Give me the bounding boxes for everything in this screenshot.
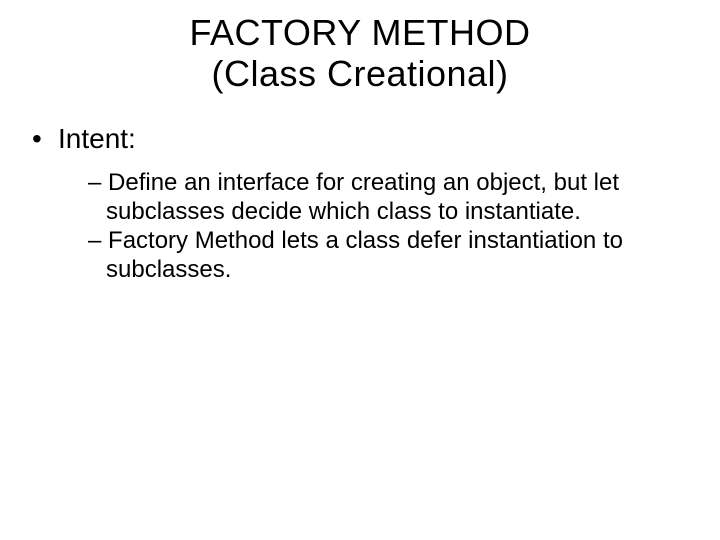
heading-text: Intent:	[58, 123, 136, 154]
dash-icon: –	[88, 227, 101, 254]
title-line-2: (Class Creational)	[211, 53, 508, 94]
slide-content: •Intent: – Define an interface for creat…	[20, 123, 700, 285]
sub-points-list: – Define an interface for creating an ob…	[32, 169, 700, 285]
point-text: Factory Method lets a class defer instan…	[106, 227, 623, 283]
point-text: Define an interface for creating an obje…	[106, 169, 619, 225]
bullet-icon: •	[32, 123, 58, 155]
slide-title: FACTORY METHOD (Class Creational)	[20, 12, 700, 95]
dash-icon: –	[88, 169, 101, 196]
intent-heading: •Intent:	[32, 123, 700, 155]
list-item: – Factory Method lets a class defer inst…	[88, 227, 700, 285]
list-item: – Define an interface for creating an ob…	[88, 169, 700, 227]
title-line-1: FACTORY METHOD	[189, 12, 530, 53]
